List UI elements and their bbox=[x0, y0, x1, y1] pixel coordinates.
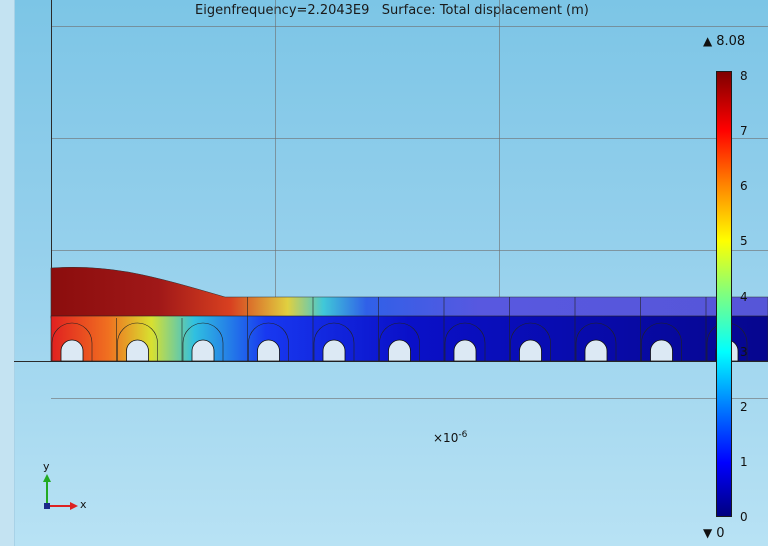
graphics-viewport[interactable]: Eigenfrequency=2.2043E9 Surface: Total d… bbox=[0, 0, 768, 546]
displacement-surface-plot bbox=[50, 266, 768, 362]
hole-icon bbox=[322, 339, 346, 362]
max-triangle-icon: ▲ bbox=[703, 34, 713, 48]
colorbar-tick-label: 2 bbox=[740, 399, 748, 414]
colorbar-max-label: ▲ 8.08 bbox=[703, 34, 746, 49]
colorbar-tick-label: 5 bbox=[740, 234, 748, 249]
colorbar-tick-label: 3 bbox=[740, 344, 748, 359]
colorbar-tick-label: 4 bbox=[740, 289, 748, 304]
hole-icon bbox=[453, 339, 477, 362]
colorbar-tick-label: 6 bbox=[740, 179, 748, 194]
hole-icon bbox=[584, 339, 608, 362]
hole-icon bbox=[388, 339, 411, 362]
triad-y-label: y bbox=[43, 460, 50, 473]
colorbar bbox=[716, 71, 732, 517]
hole-icon bbox=[519, 339, 542, 362]
colorbar-tick-label: 1 bbox=[740, 454, 748, 469]
colorbar-tick-label: 8 bbox=[740, 69, 748, 83]
deformed-top-band bbox=[50, 266, 768, 319]
colorbar-min-label: ▼ 0 bbox=[703, 526, 725, 541]
colorbar-tick-label: 0 bbox=[740, 510, 748, 524]
hole-icon bbox=[126, 339, 149, 362]
hole-icon bbox=[191, 339, 215, 362]
axis-exponent-label: ×10-6 bbox=[433, 430, 468, 445]
colorbar-tick-label: 7 bbox=[740, 124, 748, 139]
triad-x-label: x bbox=[80, 498, 87, 511]
hole-icon bbox=[60, 339, 84, 362]
hole-icon bbox=[650, 339, 673, 362]
min-triangle-icon: ▼ bbox=[703, 526, 713, 540]
hole-icon bbox=[257, 339, 280, 362]
